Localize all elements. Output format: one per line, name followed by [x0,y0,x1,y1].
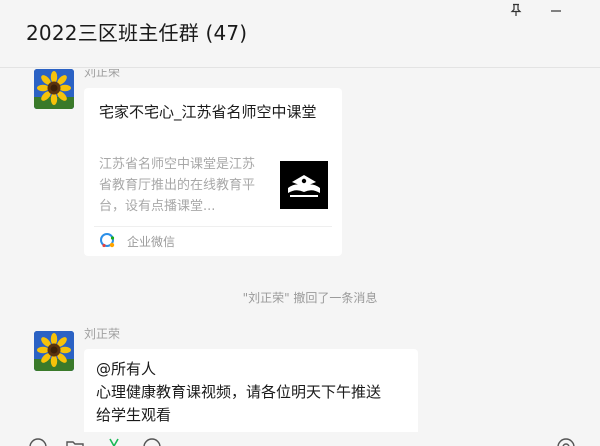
avatar[interactable] [34,69,74,109]
folder-icon[interactable] [65,437,85,446]
message-list[interactable]: 刘正荣 宅家不宅心_江苏省名师空中课堂 江苏省名师空中课堂是江苏省教育厅推出的在… [0,69,600,432]
chat-history-icon[interactable] [142,437,162,446]
pin-icon[interactable] [502,0,530,20]
message-line: @所有人 [96,360,157,378]
sender-name: 刘正荣 [84,327,121,341]
message-line: 心理健康教育课视频，请各位明天下午推送 [96,383,382,401]
minimize-icon[interactable] [542,0,570,20]
card-source-label: 企业微信 [127,234,176,249]
avatar[interactable] [34,331,74,371]
card-description: 江苏省名师空中课堂是江苏省教育厅推出的在线教育平台，设有点播课堂... [99,157,256,214]
scissors-icon[interactable] [104,437,124,446]
wecom-icon [100,233,115,248]
link-card[interactable]: 宅家不宅心_江苏省名师空中课堂 江苏省名师空中课堂是江苏省教育厅推出的在线教育平… [84,88,342,256]
card-source: 企业微信 [99,231,175,251]
text-message[interactable]: @所有人 心理健康教育课视频，请各位明天下午推送 给学生观看 [84,349,418,432]
sunflower-avatar-image [34,331,74,371]
chat-title: 2022三区班主任群 (47) [26,21,248,45]
chat-header: 2022三区班主任群 (47) [0,0,600,68]
voice-call-icon[interactable] [556,437,576,446]
sunflower-avatar-image [34,69,74,109]
emoji-icon[interactable] [28,437,48,446]
input-toolbar [0,432,600,446]
card-thumbnail [280,161,328,209]
divider [94,226,332,227]
message-line: 给学生观看 [96,406,172,424]
book-logo-icon [280,161,328,209]
card-title: 宅家不宅心_江苏省名师空中课堂 [99,103,317,121]
sender-name: 刘正荣 [84,69,121,79]
recall-notice: "刘正荣" 撤回了一条消息 [242,291,378,305]
